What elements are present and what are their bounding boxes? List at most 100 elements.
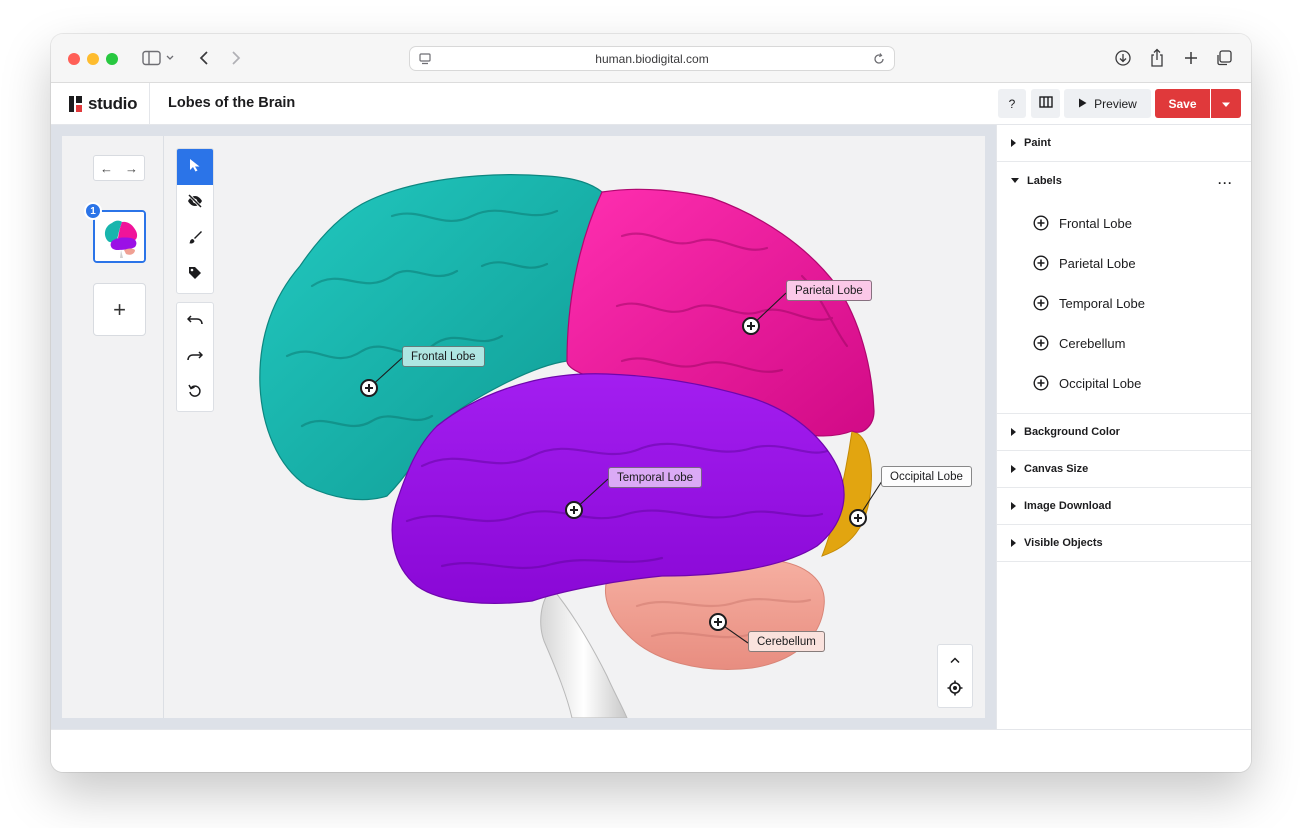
plus-circle-icon: [1033, 255, 1049, 271]
plus-icon: [854, 514, 862, 522]
select-tool-button[interactable]: [177, 149, 213, 185]
parietal-lobe-pin[interactable]: [742, 317, 760, 335]
section-visible-objects-label: Visible Objects: [1024, 537, 1103, 549]
scene-strip: ← → 1 +: [62, 136, 164, 718]
footer-bar: [51, 729, 1251, 772]
label-list-item[interactable]: Cerebellum: [997, 323, 1251, 363]
section-background-color[interactable]: Background Color: [997, 414, 1251, 451]
properties-panel: Paint Labels ··· Frontal Lobe Parietal L…: [996, 125, 1251, 729]
minimize-window-button[interactable]: [87, 53, 99, 65]
workspace: ← → 1 + Frontal Lobe Parietal Lobe Tempo…: [51, 125, 996, 729]
url-text: human.biodigital.com: [595, 51, 709, 66]
sidebar-toggle-icon[interactable]: [139, 47, 179, 69]
save-options-button[interactable]: [1211, 89, 1241, 118]
section-background-color-label: Background Color: [1024, 426, 1120, 438]
cerebellum-label[interactable]: Cerebellum: [748, 631, 825, 652]
redo-button[interactable]: [177, 339, 213, 375]
layout-button[interactable]: [1031, 89, 1060, 118]
plus-circle-icon: [1033, 375, 1049, 391]
temporal-lobe-label[interactable]: Temporal Lobe: [608, 467, 703, 488]
label-list-text: Frontal Lobe: [1059, 215, 1132, 231]
columns-icon: [1038, 96, 1053, 111]
cerebellum-pin[interactable]: [709, 613, 727, 631]
plus-icon: [570, 506, 578, 514]
frontal-lobe-label[interactable]: Frontal Lobe: [402, 346, 485, 367]
frontal-lobe-pin[interactable]: [360, 379, 378, 397]
app-header: studio Lobes of the Brain ? Preview Save: [51, 83, 1251, 125]
label-list-text: Parietal Lobe: [1059, 255, 1136, 271]
share-icon[interactable]: [1147, 47, 1167, 69]
hide-tool-button[interactable]: [177, 185, 213, 221]
studio-logo[interactable]: studio: [69, 94, 138, 114]
collapse-view-button[interactable]: [938, 645, 972, 673]
plus-circle-icon: [1033, 295, 1049, 311]
section-paint[interactable]: Paint: [997, 125, 1251, 162]
label-list-text: Occipital Lobe: [1059, 375, 1142, 391]
scene-thumbnail[interactable]: [93, 210, 146, 263]
reload-icon[interactable]: [872, 52, 886, 69]
label-tool-button[interactable]: [177, 257, 213, 293]
section-image-download-label: Image Download: [1024, 500, 1112, 512]
paint-tool-button[interactable]: [177, 221, 213, 257]
section-labels[interactable]: Labels ···: [997, 162, 1251, 199]
arrow-right-icon[interactable]: →: [125, 161, 138, 176]
preview-label: Preview: [1094, 96, 1137, 111]
back-icon[interactable]: [194, 47, 214, 69]
caret-right-icon: [1011, 428, 1016, 436]
page-title[interactable]: Lobes of the Brain: [168, 95, 295, 111]
caret-right-icon: [1011, 139, 1016, 147]
recenter-button[interactable]: [938, 673, 972, 707]
plus-icon: [714, 618, 722, 626]
section-canvas-size[interactable]: Canvas Size: [997, 451, 1251, 488]
chevron-up-icon: [950, 650, 960, 668]
logo-text: studio: [88, 94, 138, 113]
caret-right-icon: [1011, 539, 1016, 547]
label-list-item[interactable]: Occipital Lobe: [997, 363, 1251, 403]
eye-slash-icon: [187, 193, 203, 213]
parietal-lobe-label[interactable]: Parietal Lobe: [786, 280, 872, 301]
section-visible-objects[interactable]: Visible Objects: [997, 525, 1251, 562]
site-icon: [418, 52, 432, 69]
undo-button[interactable]: [177, 303, 213, 339]
close-window-button[interactable]: [68, 53, 80, 65]
labels-list: Frontal Lobe Parietal Lobe Temporal Lobe…: [997, 199, 1251, 414]
new-tab-icon[interactable]: [1181, 47, 1201, 69]
preview-button[interactable]: Preview: [1064, 89, 1151, 118]
caret-right-icon: [1011, 502, 1016, 510]
reset-button[interactable]: [177, 375, 213, 411]
model-canvas[interactable]: ← → 1 + Frontal Lobe Parietal Lobe Tempo…: [62, 136, 985, 718]
temporal-lobe-pin[interactable]: [565, 501, 583, 519]
browser-window: human.biodigital.com studio Lobes of the…: [51, 34, 1251, 772]
label-list-item[interactable]: Frontal Lobe: [997, 203, 1251, 243]
occipital-lobe-label[interactable]: Occipital Lobe: [881, 466, 972, 487]
forward-icon[interactable]: [226, 47, 246, 69]
header-divider: [149, 83, 150, 125]
help-button[interactable]: ?: [998, 89, 1026, 118]
save-button[interactable]: Save: [1155, 89, 1210, 118]
browser-toolbar: human.biodigital.com: [51, 34, 1251, 83]
zoom-window-button[interactable]: [106, 53, 118, 65]
label-list-text: Temporal Lobe: [1059, 295, 1145, 311]
caret-down-icon: [1011, 178, 1019, 183]
caret-down-icon: [1221, 97, 1231, 111]
downloads-icon[interactable]: [1113, 47, 1133, 69]
arrow-left-icon[interactable]: ←: [100, 161, 113, 176]
label-list-text: Cerebellum: [1059, 335, 1126, 351]
tab-overview-icon[interactable]: [1214, 47, 1234, 69]
more-options-icon[interactable]: ···: [1218, 176, 1233, 190]
label-list-item[interactable]: Temporal Lobe: [997, 283, 1251, 323]
logo-mark-icon: [69, 96, 82, 112]
address-bar[interactable]: human.biodigital.com: [409, 46, 895, 71]
plus-icon: [365, 384, 373, 392]
tool-group-history: [176, 302, 214, 412]
label-list-item[interactable]: Parietal Lobe: [997, 243, 1251, 283]
occipital-lobe-pin[interactable]: [849, 509, 867, 527]
add-scene-button[interactable]: +: [93, 283, 146, 336]
section-paint-label: Paint: [1024, 137, 1051, 149]
crosshair-icon: [947, 680, 963, 701]
section-image-download[interactable]: Image Download: [997, 488, 1251, 525]
scene-nav: ← →: [93, 155, 145, 181]
view-controls: [937, 644, 973, 708]
tag-icon: [188, 266, 202, 285]
brain-thumbnail-icon: [95, 212, 144, 261]
